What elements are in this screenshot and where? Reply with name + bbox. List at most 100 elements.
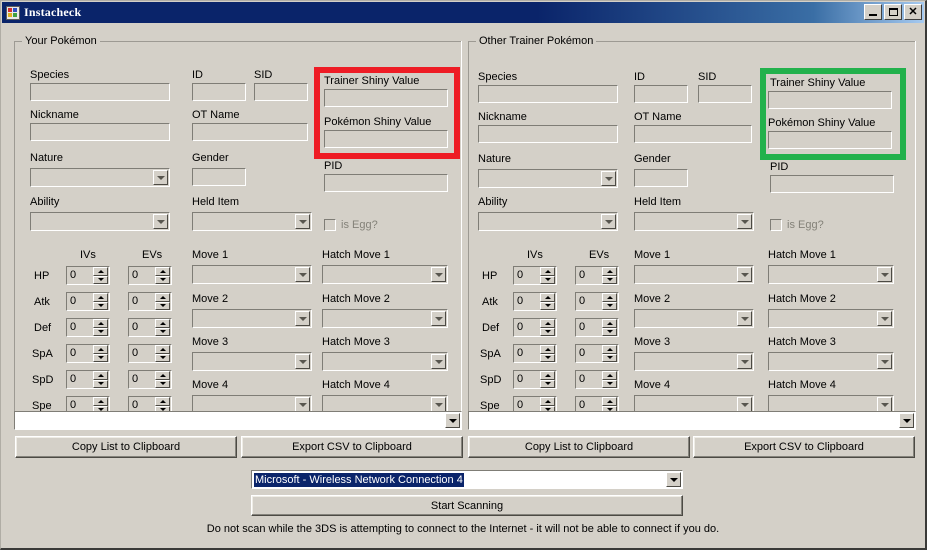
stepper-up-icon[interactable] (540, 397, 555, 406)
chevron-down-icon[interactable] (431, 267, 446, 282)
other-sid-input[interactable] (698, 85, 752, 103)
stepper-down-icon[interactable] (602, 379, 617, 388)
your-stat-atk-ev-stepper[interactable]: 0 (128, 292, 172, 311)
stepper-up-icon[interactable] (602, 267, 617, 276)
your-held-item-combo[interactable] (192, 212, 312, 231)
your-nature-combo[interactable] (30, 168, 170, 187)
other-ot-name-input[interactable] (634, 125, 752, 143)
other-pokemon-sv-input[interactable] (768, 131, 892, 149)
your-ot-name-input[interactable] (192, 123, 308, 141)
stepper-up-icon[interactable] (602, 345, 617, 354)
other-trainer-sv-input[interactable] (768, 91, 892, 109)
other-nature-combo[interactable] (478, 169, 618, 188)
your-stat-hp-ev-stepper[interactable]: 0 (128, 266, 172, 285)
other-stat-def-iv-stepper[interactable]: 0 (513, 318, 557, 337)
other-stat-atk-ev-stepper[interactable]: 0 (575, 292, 619, 311)
stepper-down-icon[interactable] (155, 327, 170, 336)
stepper-up-icon[interactable] (155, 371, 170, 380)
stepper-up-icon[interactable] (602, 293, 617, 302)
your-stat-def-iv-stepper[interactable]: 0 (66, 318, 110, 337)
chevron-down-icon[interactable] (153, 170, 168, 185)
other-move-3-combo[interactable] (634, 352, 754, 371)
chevron-down-icon[interactable] (877, 397, 892, 412)
chevron-down-icon[interactable] (737, 397, 752, 412)
your-ability-combo[interactable] (30, 212, 170, 231)
stepper-down-icon[interactable] (155, 275, 170, 284)
your-copy-list-button[interactable]: Copy List to Clipboard (15, 436, 237, 458)
your-hatch-move-3-combo[interactable] (322, 352, 448, 371)
maximize-icon[interactable] (884, 4, 902, 20)
other-stat-atk-iv-stepper[interactable]: 0 (513, 292, 557, 311)
chevron-down-icon[interactable] (737, 267, 752, 282)
stepper-up-icon[interactable] (93, 397, 108, 406)
close-icon[interactable]: ✕ (904, 4, 922, 20)
chevron-down-icon[interactable] (601, 171, 616, 186)
other-stat-spd-ev-stepper[interactable]: 0 (575, 370, 619, 389)
other-gender-input[interactable] (634, 169, 688, 187)
stepper-up-icon[interactable] (540, 371, 555, 380)
your-stat-spd-iv-stepper[interactable]: 0 (66, 370, 110, 389)
other-results-combo[interactable] (468, 411, 916, 430)
chevron-down-icon[interactable] (737, 214, 752, 229)
your-pokemon-sv-input[interactable] (324, 130, 448, 148)
stepper-up-icon[interactable] (540, 345, 555, 354)
your-stat-hp-iv-stepper[interactable]: 0 (66, 266, 110, 285)
stepper-up-icon[interactable] (602, 371, 617, 380)
stepper-up-icon[interactable] (93, 267, 108, 276)
stepper-down-icon[interactable] (93, 379, 108, 388)
stepper-down-icon[interactable] (540, 301, 555, 310)
chevron-down-icon[interactable] (295, 214, 310, 229)
other-hatch-move-2-combo[interactable] (768, 309, 894, 328)
stepper-down-icon[interactable] (93, 275, 108, 284)
chevron-down-icon[interactable] (899, 413, 914, 428)
your-move-2-combo[interactable] (192, 309, 312, 328)
your-stat-spa-ev-stepper[interactable]: 0 (128, 344, 172, 363)
checkbox-box[interactable] (770, 219, 782, 231)
stepper-down-icon[interactable] (540, 275, 555, 284)
chevron-down-icon[interactable] (737, 311, 752, 326)
other-species-input[interactable] (478, 85, 618, 103)
minimize-icon[interactable] (864, 4, 882, 20)
stepper-down-icon[interactable] (602, 327, 617, 336)
stepper-up-icon[interactable] (155, 319, 170, 328)
other-is-egg-checkbox[interactable]: is Egg? (770, 219, 824, 231)
other-copy-list-button[interactable]: Copy List to Clipboard (468, 436, 690, 458)
stepper-down-icon[interactable] (155, 301, 170, 310)
chevron-down-icon[interactable] (295, 311, 310, 326)
stepper-up-icon[interactable] (93, 371, 108, 380)
stepper-up-icon[interactable] (155, 397, 170, 406)
other-stat-hp-ev-stepper[interactable]: 0 (575, 266, 619, 285)
stepper-up-icon[interactable] (540, 293, 555, 302)
other-stat-spd-iv-stepper[interactable]: 0 (513, 370, 557, 389)
other-nickname-input[interactable] (478, 125, 618, 143)
other-move-2-combo[interactable] (634, 309, 754, 328)
chevron-down-icon[interactable] (295, 397, 310, 412)
stepper-up-icon[interactable] (602, 397, 617, 406)
your-trainer-sv-input[interactable] (324, 89, 448, 107)
chevron-down-icon[interactable] (445, 413, 460, 428)
stepper-down-icon[interactable] (602, 301, 617, 310)
stepper-up-icon[interactable] (93, 319, 108, 328)
your-hatch-move-2-combo[interactable] (322, 309, 448, 328)
your-id-input[interactable] (192, 83, 246, 101)
other-ability-combo[interactable] (478, 212, 618, 231)
your-is-egg-checkbox[interactable]: is Egg? (324, 219, 378, 231)
stepper-up-icon[interactable] (155, 345, 170, 354)
other-id-input[interactable] (634, 85, 688, 103)
stepper-down-icon[interactable] (93, 353, 108, 362)
chevron-down-icon[interactable] (877, 267, 892, 282)
chevron-down-icon[interactable] (737, 354, 752, 369)
stepper-down-icon[interactable] (540, 327, 555, 336)
stepper-down-icon[interactable] (602, 353, 617, 362)
your-nickname-input[interactable] (30, 123, 170, 141)
your-stat-atk-iv-stepper[interactable]: 0 (66, 292, 110, 311)
other-pid-input[interactable] (770, 175, 894, 193)
other-stat-spa-iv-stepper[interactable]: 0 (513, 344, 557, 363)
your-hatch-move-1-combo[interactable] (322, 265, 448, 284)
stepper-up-icon[interactable] (93, 293, 108, 302)
other-hatch-move-1-combo[interactable] (768, 265, 894, 284)
stepper-down-icon[interactable] (155, 353, 170, 362)
stepper-down-icon[interactable] (93, 327, 108, 336)
chevron-down-icon[interactable] (295, 267, 310, 282)
stepper-up-icon[interactable] (540, 319, 555, 328)
